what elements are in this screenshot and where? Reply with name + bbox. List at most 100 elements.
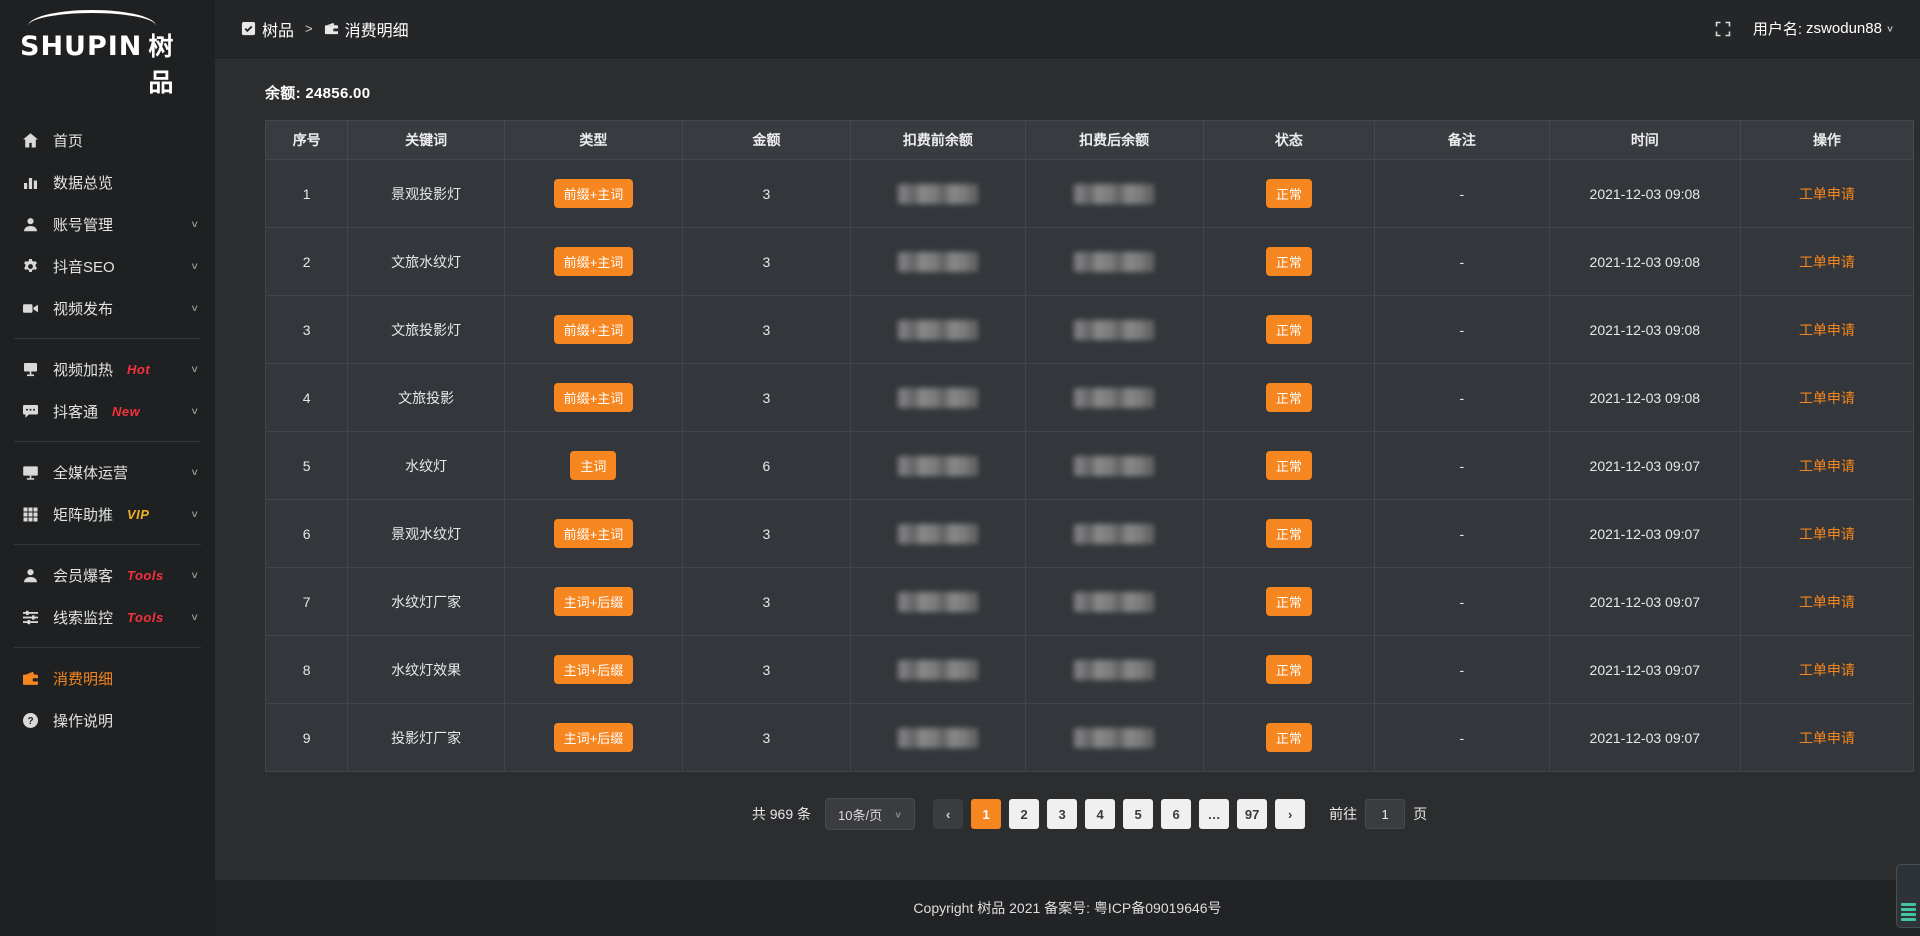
chevron-down-icon: ∨ (1886, 23, 1894, 33)
cell-time: 2021-12-03 09:08 (1549, 160, 1740, 228)
cell-remark: - (1375, 636, 1550, 704)
cell-keyword: 文旅投影灯 (348, 296, 505, 364)
page-button-4[interactable]: 4 (1085, 799, 1115, 829)
sidebar-item-label: 首页 (53, 130, 83, 151)
prev-page-button[interactable]: ‹ (933, 799, 963, 829)
breadcrumb-home-label: 树品 (262, 17, 294, 41)
page-button-97[interactable]: 97 (1237, 799, 1267, 829)
sidebar-item-label: 账号管理 (53, 214, 113, 235)
sidebar-item-matrix-boost[interactable]: 矩阵助推 VIP ∨ (0, 493, 215, 535)
cell-balance-after (1025, 432, 1203, 500)
cell-action: 工单申请 (1740, 500, 1913, 568)
page-size-select[interactable]: 10条/页 ∨ (825, 798, 915, 830)
cell-time: 2021-12-03 09:07 (1549, 704, 1740, 772)
sidebar-item-label: 视频加热 (53, 359, 113, 380)
sidebar-item-video-heat[interactable]: 视频加热 Hot ∨ (0, 348, 215, 390)
cell-status: 正常 (1203, 296, 1374, 364)
sidebar-item-douketong[interactable]: 抖客通 New ∨ (0, 390, 215, 432)
cell-type: 主词+后缀 (504, 704, 682, 772)
page-button-3[interactable]: 3 (1047, 799, 1077, 829)
masked-balance-after (1074, 252, 1154, 272)
pagination-total: 共 969 条 (752, 804, 811, 824)
user-icon (22, 567, 39, 584)
cell-keyword: 投影灯厂家 (348, 704, 505, 772)
cell-amount: 3 (682, 364, 850, 432)
work-order-link[interactable]: 工单申请 (1799, 730, 1855, 746)
cell-status: 正常 (1203, 636, 1374, 704)
sidebar-item-home[interactable]: 首页 (0, 119, 215, 161)
work-order-link[interactable]: 工单申请 (1799, 390, 1855, 406)
work-order-link[interactable]: 工单申请 (1799, 526, 1855, 542)
table-row: 5 水纹灯 主词 6 正常 - 2021-12-03 09:07 工单申请 (266, 432, 1914, 500)
masked-balance-after (1074, 728, 1154, 748)
cell-time: 2021-12-03 09:08 (1549, 296, 1740, 364)
page-button-5[interactable]: 5 (1123, 799, 1153, 829)
table-row: 8 水纹灯效果 主词+后缀 3 正常 - 2021-12-03 09:07 工单… (266, 636, 1914, 704)
col-amount: 金额 (682, 121, 850, 160)
cell-remark: - (1375, 704, 1550, 772)
status-badge: 正常 (1266, 247, 1312, 276)
sidebar-item-operation-guide[interactable]: ? 操作说明 (0, 699, 215, 741)
cell-status: 正常 (1203, 160, 1374, 228)
masked-balance-before (898, 524, 978, 544)
sidebar-item-media-operation[interactable]: 全媒体运营 ∨ (0, 451, 215, 493)
work-order-link[interactable]: 工单申请 (1799, 594, 1855, 610)
main-column: 树品 > 消费明细 用户名: zswodun88 ∨ 余额: 24856 (215, 0, 1920, 936)
page-buttons: ‹ 123456 … 97 › (933, 799, 1305, 829)
cell-remark: - (1375, 160, 1550, 228)
type-badge: 前缀+主词 (554, 247, 634, 276)
goto-label: 前往 (1329, 804, 1357, 824)
type-badge: 主词+后缀 (554, 655, 634, 684)
sidebar-item-badge: Tools (127, 568, 164, 583)
work-order-link[interactable]: 工单申请 (1799, 662, 1855, 678)
sidebar-item-account-management[interactable]: 账号管理 ∨ (0, 203, 215, 245)
sidebar-item-label: 会员爆客 (53, 565, 113, 586)
cell-time: 2021-12-03 09:07 (1549, 636, 1740, 704)
cell-remark: - (1375, 228, 1550, 296)
sidebar-item-video-publish[interactable]: 视频发布 ∨ (0, 287, 215, 329)
cell-status: 正常 (1203, 704, 1374, 772)
work-order-link[interactable]: 工单申请 (1799, 458, 1855, 474)
cell-amount: 3 (682, 636, 850, 704)
cell-balance-after (1025, 568, 1203, 636)
next-page-button[interactable]: › (1275, 799, 1305, 829)
breadcrumb-separator: > (305, 21, 313, 36)
menu-divider (14, 544, 201, 545)
chevron-down-icon: ∨ (190, 218, 199, 229)
work-order-link[interactable]: 工单申请 (1799, 254, 1855, 270)
sidebar-item-clue-monitor[interactable]: 线索监控 Tools ∨ (0, 596, 215, 638)
user-menu[interactable]: 用户名: zswodun88 ∨ (1753, 18, 1894, 39)
type-badge: 前缀+主词 (554, 179, 634, 208)
sidebar-item-member-baoke[interactable]: 会员爆客 Tools ∨ (0, 554, 215, 596)
page-button-6[interactable]: 6 (1161, 799, 1191, 829)
cell-seq: 9 (266, 704, 348, 772)
page-button-1[interactable]: 1 (971, 799, 1001, 829)
sidebar-item-consumption-detail[interactable]: 消费明细 (0, 657, 215, 699)
masked-balance-before (898, 252, 978, 272)
logo-text-cn: 树品 (148, 27, 197, 99)
breadcrumb-home-link[interactable]: 树品 (241, 17, 294, 41)
cell-balance-after (1025, 228, 1203, 296)
question-icon: ? (22, 712, 39, 729)
cell-action: 工单申请 (1740, 296, 1913, 364)
cell-action: 工单申请 (1740, 568, 1913, 636)
goto-page-input[interactable] (1365, 799, 1405, 829)
cell-time: 2021-12-03 09:08 (1549, 364, 1740, 432)
chat-widget[interactable] (1896, 864, 1920, 928)
footer: Copyright 树品 2021 备案号: 粤ICP备09019646号 (215, 880, 1920, 936)
cell-balance-before (851, 636, 1026, 704)
username-value: zswodun88 (1806, 20, 1882, 37)
logo-arc-decoration (28, 10, 156, 26)
sidebar-item-data-overview[interactable]: 数据总览 (0, 161, 215, 203)
sidebar-item-douyin-seo[interactable]: 抖音SEO ∨ (0, 245, 215, 287)
work-order-link[interactable]: 工单申请 (1799, 186, 1855, 202)
cell-seq: 1 (266, 160, 348, 228)
cell-balance-after (1025, 364, 1203, 432)
work-order-link[interactable]: 工单申请 (1799, 322, 1855, 338)
wallet-icon (22, 670, 39, 687)
fullscreen-icon[interactable] (1715, 21, 1731, 37)
cell-seq: 6 (266, 500, 348, 568)
more-pages-button[interactable]: … (1199, 799, 1229, 829)
page-button-2[interactable]: 2 (1009, 799, 1039, 829)
video-icon (22, 300, 39, 317)
